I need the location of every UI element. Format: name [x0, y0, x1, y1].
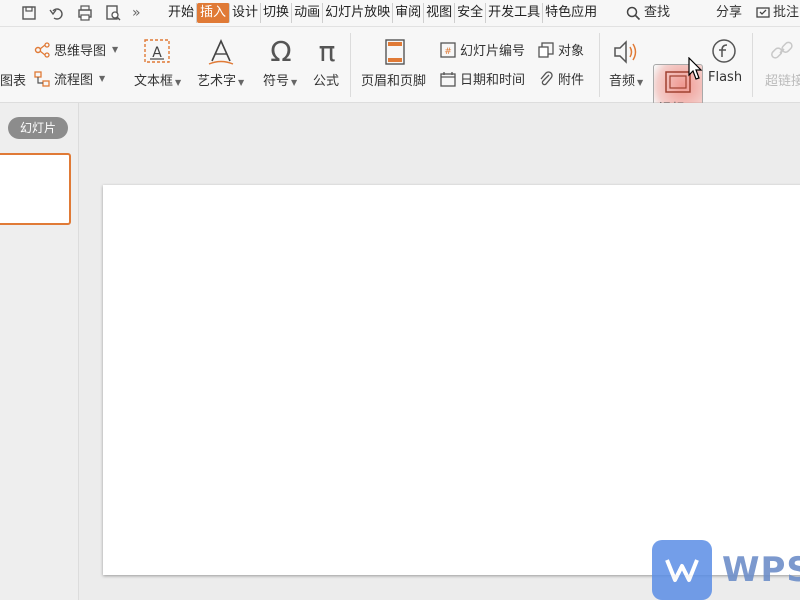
flowchart-icon — [34, 70, 50, 87]
datetime-label: 日期和时间 — [460, 73, 526, 88]
share-button[interactable]: 分享 — [716, 3, 742, 23]
tab-slideshow[interactable]: 幻灯片放映 — [323, 3, 394, 23]
tab-view[interactable]: 视图 — [424, 3, 456, 23]
print-preview-icon[interactable] — [104, 4, 122, 22]
pi-icon[interactable]: π — [312, 35, 342, 68]
slide-number-icon: # — [440, 41, 456, 58]
paperclip-icon — [540, 70, 553, 85]
mindmap-button[interactable]: 思维导图 ▼ — [34, 40, 118, 59]
tab-transition[interactable]: 切换 — [261, 3, 293, 23]
tab-home[interactable]: 开始 — [166, 3, 198, 23]
attachment-button[interactable]: 附件 — [538, 69, 584, 88]
ribbon-divider — [350, 33, 351, 97]
flash-label: Flash — [708, 70, 743, 85]
mouse-cursor-icon — [684, 56, 704, 89]
tab-animation[interactable]: 动画 — [292, 3, 324, 23]
comment-icon — [756, 7, 770, 18]
slide-thumbnail-panel: 幻灯片 — [0, 103, 79, 600]
search-button[interactable]: 查找 — [626, 3, 670, 23]
hyperlink-label: 超链接 — [765, 74, 800, 89]
attachment-label: 附件 — [558, 73, 585, 88]
audio-dropdown-icon[interactable]: ▼ — [637, 78, 643, 87]
symbol-label: 符号 — [263, 74, 290, 89]
object-icon — [538, 41, 554, 58]
textbox-icon[interactable]: A — [143, 37, 171, 65]
tab-insert[interactable]: 插入 — [197, 3, 231, 23]
wps-logo-icon — [652, 540, 712, 600]
ribbon-tabs: 开始 插入 设计 切换 动画 幻灯片放映 审阅 视图 安全 开发工具 特色应用 — [166, 3, 599, 23]
svg-text:#: # — [444, 47, 452, 57]
header-footer-icon[interactable] — [382, 37, 408, 67]
undo-icon[interactable] — [48, 4, 66, 22]
textbox-button[interactable]: 文本框 ▼ — [134, 70, 181, 89]
slide-number-label: 幻灯片编号 — [460, 44, 526, 59]
tab-review[interactable]: 审阅 — [393, 3, 425, 23]
object-label: 对象 — [558, 44, 585, 59]
wordart-button[interactable]: 艺术字 ▼ — [197, 70, 244, 89]
flowchart-label: 流程图 — [54, 73, 94, 88]
calendar-icon — [440, 71, 456, 87]
tab-security[interactable]: 安全 — [455, 3, 487, 23]
slide-thumbnail[interactable] — [0, 153, 71, 225]
datetime-button[interactable]: 日期和时间 — [440, 69, 525, 88]
symbol-dropdown-icon[interactable]: ▼ — [291, 78, 297, 87]
ribbon-divider — [752, 33, 753, 97]
omega-icon[interactable]: Ω — [266, 35, 296, 68]
slide-editor — [79, 103, 800, 600]
formula-label: 公式 — [313, 74, 340, 89]
search-icon — [626, 6, 641, 20]
slides-tab[interactable]: 幻灯片 — [8, 117, 68, 139]
print-icon[interactable] — [76, 4, 94, 22]
symbol-button[interactable]: 符号 ▼ — [263, 70, 297, 89]
tab-design[interactable]: 设计 — [230, 3, 262, 23]
header-footer-label: 页眉和页脚 — [361, 74, 427, 89]
link-icon — [768, 37, 796, 65]
more-icon[interactable]: » — [132, 4, 150, 22]
search-label: 查找 — [644, 5, 671, 20]
mindmap-dropdown-icon[interactable]: ▼ — [112, 45, 118, 54]
comment-label: 批注 — [773, 5, 800, 20]
ribbon-insert: 图表 思维导图 ▼ 流程图 ▼ A 文本框 ▼ 艺术字 ▼ Ω 符号 ▼ π 公式 页眉和… — [0, 27, 800, 118]
slide-canvas[interactable] — [103, 185, 800, 575]
wordart-label: 艺术字 — [197, 74, 237, 89]
comment-button[interactable]: 批注 — [756, 3, 799, 23]
audio-button[interactable]: 音频 ▼ — [609, 70, 643, 89]
flash-button[interactable]: Flash — [708, 70, 742, 85]
textbox-dropdown-icon[interactable]: ▼ — [175, 78, 181, 87]
chart-button[interactable]: 图表 — [0, 70, 26, 89]
wps-watermark: WPS — [652, 540, 800, 600]
flowchart-dropdown-icon[interactable]: ▼ — [99, 74, 105, 83]
title-bar: » 开始 插入 设计 切换 动画 幻灯片放映 审阅 视图 安全 开发工具 特色应… — [0, 0, 800, 27]
tab-special-apps[interactable]: 特色应用 — [543, 3, 599, 23]
wordart-dropdown-icon[interactable]: ▼ — [238, 78, 244, 87]
formula-button[interactable]: 公式 — [313, 70, 339, 89]
flowchart-button[interactable]: 流程图 ▼ — [34, 69, 105, 88]
ribbon-divider — [599, 33, 600, 97]
textbox-label: 文本框 — [134, 74, 174, 89]
chart-label: 图表 — [0, 74, 27, 89]
wordart-icon[interactable] — [206, 37, 236, 67]
object-button[interactable]: 对象 — [538, 40, 584, 59]
hyperlink-button: 超链接 — [765, 70, 800, 89]
tab-developer[interactable]: 开发工具 — [486, 3, 544, 23]
wps-watermark-text: WPS — [722, 550, 800, 590]
audio-label: 音频 — [609, 74, 636, 89]
mindmap-icon — [34, 41, 50, 58]
audio-icon[interactable] — [611, 37, 641, 67]
mindmap-label: 思维导图 — [54, 44, 107, 59]
flash-icon[interactable] — [710, 37, 738, 65]
header-footer-button[interactable]: 页眉和页脚 — [361, 70, 426, 89]
slide-number-button[interactable]: # 幻灯片编号 — [440, 40, 525, 59]
save-icon[interactable] — [20, 4, 38, 22]
